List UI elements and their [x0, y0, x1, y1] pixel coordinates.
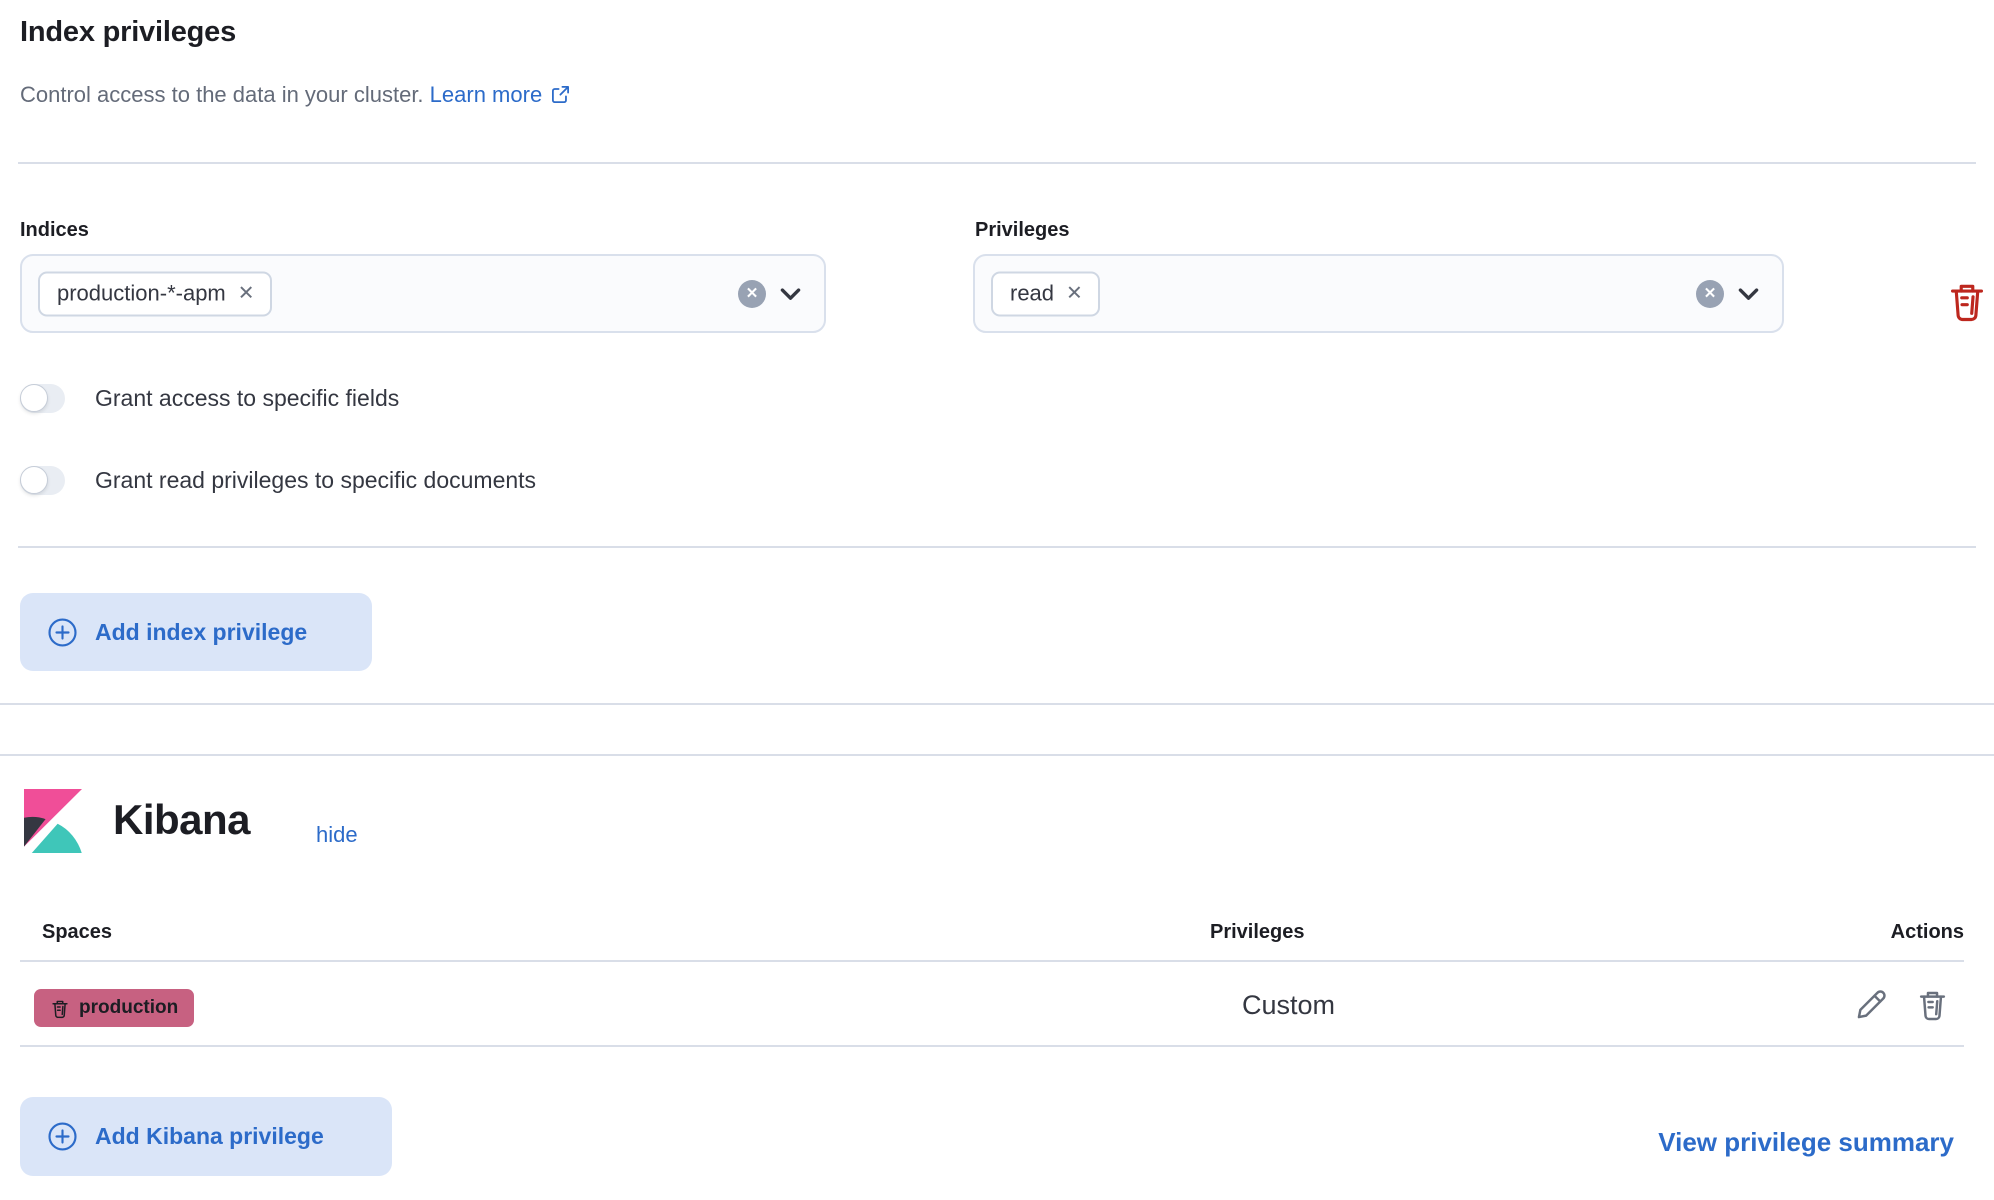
page-title: Index privileges — [20, 16, 236, 49]
kibana-heading: Kibana — [113, 796, 250, 844]
column-header-actions: Actions — [1891, 921, 1964, 944]
panel-top-divider — [0, 754, 1994, 756]
toggle-thumb — [20, 384, 48, 412]
chevron-down-icon[interactable] — [777, 280, 804, 307]
indices-selected-pill: production-*-apm ✕ — [38, 271, 272, 316]
hide-link[interactable]: hide — [316, 822, 358, 848]
plus-circle-icon — [47, 1121, 78, 1152]
divider — [18, 546, 1976, 548]
add-kibana-privilege-button[interactable]: Add Kibana privilege — [20, 1097, 392, 1176]
toggle-thumb — [20, 466, 48, 494]
divider — [18, 162, 1976, 164]
plus-circle-icon — [47, 617, 78, 648]
delete-index-privilege-trash-icon[interactable] — [1946, 280, 1988, 322]
chevron-down-icon[interactable] — [1735, 280, 1762, 307]
pill-label: production-*-apm — [57, 280, 226, 306]
privileges-label: Privileges — [975, 219, 1070, 242]
grant-fields-toggle[interactable] — [20, 384, 65, 413]
space-badge: production — [34, 989, 194, 1027]
button-label: Add index privilege — [95, 619, 307, 646]
remove-pill-icon[interactable]: ✕ — [238, 283, 255, 303]
section-divider — [0, 703, 1994, 705]
indices-label: Indices — [20, 219, 89, 242]
column-header-spaces: Spaces — [42, 921, 112, 944]
table-header-border — [20, 960, 1964, 962]
column-header-privileges: Privileges — [1210, 921, 1305, 944]
delete-space-trash-icon[interactable] — [1916, 988, 1949, 1021]
toggle-row-fields: Grant access to specific fields — [20, 384, 399, 413]
indices-combobox[interactable]: production-*-apm ✕ ✕ — [20, 254, 826, 333]
toggle-row-documents: Grant read privileges to specific docume… — [20, 466, 536, 495]
pencil-icon[interactable] — [1855, 988, 1888, 1021]
button-label: Add Kibana privilege — [95, 1123, 324, 1150]
space-name: production — [79, 997, 178, 1019]
toggle-label: Grant read privileges to specific docume… — [95, 467, 536, 494]
privileges-combobox[interactable]: read ✕ ✕ — [973, 254, 1784, 333]
role-privileges-page: Index privileges Control access to the d… — [0, 0, 1994, 1200]
privilege-cell: Custom — [1242, 990, 1335, 1021]
external-link-icon — [551, 85, 570, 104]
pill-label: read — [1010, 280, 1054, 306]
learn-more-link[interactable]: Learn more — [430, 82, 543, 107]
description-text: Control access to the data in your clust… — [20, 82, 424, 107]
kibana-logo — [24, 789, 82, 853]
toggle-label: Grant access to specific fields — [95, 385, 399, 412]
space-trash-icon — [50, 998, 70, 1019]
table-row-border — [20, 1045, 1964, 1047]
clear-icon[interactable]: ✕ — [738, 280, 766, 308]
page-description: Control access to the data in your clust… — [20, 82, 570, 108]
privileges-selected-pill: read ✕ — [991, 271, 1100, 316]
view-privilege-summary-link[interactable]: View privilege summary — [1658, 1127, 1954, 1158]
add-index-privilege-button[interactable]: Add index privilege — [20, 593, 372, 671]
grant-documents-toggle[interactable] — [20, 466, 65, 495]
clear-icon[interactable]: ✕ — [1696, 280, 1724, 308]
remove-pill-icon[interactable]: ✕ — [1066, 283, 1083, 303]
